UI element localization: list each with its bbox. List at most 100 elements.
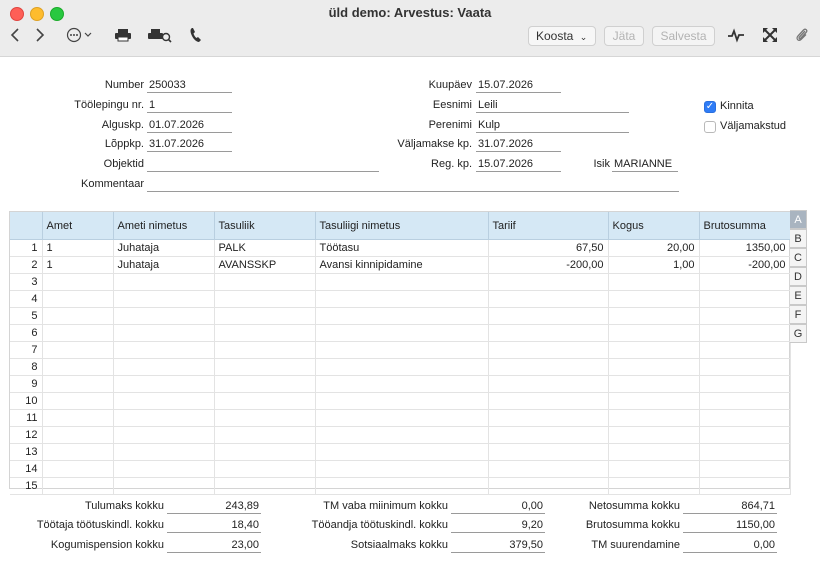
cell-tasuliigi-nimetus[interactable]	[315, 460, 489, 478]
cell-ameti-nimetus[interactable]	[113, 443, 215, 461]
cell-ameti-nimetus[interactable]	[113, 460, 215, 478]
cell-ameti-nimetus[interactable]	[113, 426, 215, 444]
cell-amet[interactable]	[42, 290, 114, 308]
column-header-kogus[interactable]: Kogus	[608, 212, 700, 240]
cell-tasuliik[interactable]	[214, 341, 316, 359]
cell-tasuliigi-nimetus[interactable]	[315, 426, 489, 444]
table-row[interactable]: 1 1 Juhataja PALK Töötasu 67,50 20,00 1350,00	[10, 239, 791, 257]
cell-brutosumma[interactable]	[699, 409, 791, 427]
cell-tasuliik[interactable]	[214, 324, 316, 342]
toolepingu-field[interactable]: 1	[147, 98, 232, 113]
cell-brutosumma[interactable]	[699, 375, 791, 393]
cell-brutosumma[interactable]	[699, 460, 791, 478]
tab-a[interactable]: A	[790, 210, 807, 229]
cell-tariif[interactable]	[488, 477, 609, 495]
column-header-ameti-nimetus[interactable]: Ameti nimetus	[113, 212, 215, 240]
tab-d[interactable]: D	[790, 267, 807, 286]
cell-amet[interactable]	[42, 409, 114, 427]
cell-kogus[interactable]	[608, 409, 700, 427]
cell-brutosumma[interactable]	[699, 273, 791, 291]
perenimi-field[interactable]: Kulp	[476, 118, 629, 133]
phone-icon[interactable]	[188, 27, 204, 45]
cell-tasuliigi-nimetus[interactable]	[315, 290, 489, 308]
cell-tariif[interactable]	[488, 341, 609, 359]
cell-kogus[interactable]	[608, 358, 700, 376]
cell-ameti-nimetus[interactable]	[113, 409, 215, 427]
column-header-tasuliik[interactable]: Tasuliik	[214, 212, 316, 240]
cell-tasuliik[interactable]	[214, 426, 316, 444]
table-row[interactable]: 3	[10, 273, 791, 291]
cell-tasuliik[interactable]: AVANSSKP	[214, 256, 316, 274]
cell-ameti-nimetus[interactable]	[113, 324, 215, 342]
cell-tariif[interactable]	[488, 443, 609, 461]
cell-amet[interactable]	[42, 375, 114, 393]
table-row[interactable]: 2 1 Juhataja AVANSSKP Avansi kinnipidamine -2…	[10, 256, 791, 274]
cell-kogus[interactable]	[608, 426, 700, 444]
cell-brutosumma[interactable]	[699, 443, 791, 461]
tab-b[interactable]: B	[790, 229, 807, 248]
print-preview-icon[interactable]	[148, 27, 172, 45]
salvesta-button[interactable]: Salvesta	[652, 26, 715, 46]
cell-tasuliigi-nimetus[interactable]	[315, 443, 489, 461]
cell-ameti-nimetus[interactable]	[113, 375, 215, 393]
table-row[interactable]: 10	[10, 392, 791, 410]
cell-kogus[interactable]	[608, 477, 700, 495]
cell-tariif[interactable]: 67,50	[488, 239, 609, 257]
cell-brutosumma[interactable]: 1350,00	[699, 239, 791, 257]
table-row[interactable]: 11	[10, 409, 791, 427]
table-row[interactable]: 6	[10, 324, 791, 342]
isik-field[interactable]: MARIANNE	[612, 157, 678, 172]
loppkp-field[interactable]: 31.07.2026	[147, 137, 232, 152]
tab-f[interactable]: F	[790, 305, 807, 324]
cell-kogus[interactable]: 20,00	[608, 239, 700, 257]
activity-icon[interactable]	[727, 27, 745, 45]
cell-kogus[interactable]	[608, 273, 700, 291]
cell-tasuliik[interactable]	[214, 358, 316, 376]
cell-amet[interactable]	[42, 358, 114, 376]
cell-amet[interactable]	[42, 341, 114, 359]
valjamakstud-checkbox[interactable]	[704, 121, 716, 133]
regkp-field[interactable]: 15.07.2026	[476, 157, 561, 172]
cell-ameti-nimetus[interactable]	[113, 341, 215, 359]
cell-tasuliigi-nimetus[interactable]	[315, 392, 489, 410]
cell-tariif[interactable]	[488, 409, 609, 427]
cell-tariif[interactable]	[488, 375, 609, 393]
koosta-button[interactable]: Koosta ⌄	[528, 26, 596, 46]
cell-ameti-nimetus[interactable]	[113, 392, 215, 410]
cell-tasuliik[interactable]: PALK	[214, 239, 316, 257]
cell-tariif[interactable]	[488, 392, 609, 410]
printer-icon[interactable]	[113, 27, 133, 45]
table-row[interactable]: 12	[10, 426, 791, 444]
table-row[interactable]: 13	[10, 443, 791, 461]
cell-tasuliigi-nimetus[interactable]	[315, 409, 489, 427]
cell-tariif[interactable]	[488, 307, 609, 325]
cell-brutosumma[interactable]	[699, 358, 791, 376]
cell-tasuliigi-nimetus[interactable]	[315, 375, 489, 393]
table-row[interactable]: 8	[10, 358, 791, 376]
cell-tasuliigi-nimetus[interactable]	[315, 307, 489, 325]
cell-tasuliik[interactable]	[214, 477, 316, 495]
cell-brutosumma[interactable]	[699, 426, 791, 444]
cell-tariif[interactable]: -200,00	[488, 256, 609, 274]
cell-amet[interactable]: 1	[42, 239, 114, 257]
ellipsis-icon[interactable]	[66, 27, 96, 45]
kommentaar-field[interactable]	[147, 177, 679, 192]
cell-amet[interactable]	[42, 443, 114, 461]
cell-ameti-nimetus[interactable]	[113, 273, 215, 291]
kuupaev-field[interactable]: 15.07.2026	[476, 78, 561, 93]
table-row[interactable]: 4	[10, 290, 791, 308]
cell-tasuliik[interactable]	[214, 392, 316, 410]
cell-tariif[interactable]	[488, 290, 609, 308]
cell-brutosumma[interactable]	[699, 307, 791, 325]
cell-tasuliik[interactable]	[214, 273, 316, 291]
cell-ameti-nimetus[interactable]: Juhataja	[113, 256, 215, 274]
cell-tasuliigi-nimetus[interactable]	[315, 273, 489, 291]
cell-amet[interactable]	[42, 460, 114, 478]
cell-tasuliigi-nimetus[interactable]	[315, 477, 489, 495]
cell-tasuliik[interactable]	[214, 460, 316, 478]
cell-amet[interactable]: 1	[42, 256, 114, 274]
cell-brutosumma[interactable]	[699, 324, 791, 342]
column-header-amet[interactable]: Amet	[42, 212, 114, 240]
cell-brutosumma[interactable]	[699, 341, 791, 359]
cell-amet[interactable]	[42, 477, 114, 495]
